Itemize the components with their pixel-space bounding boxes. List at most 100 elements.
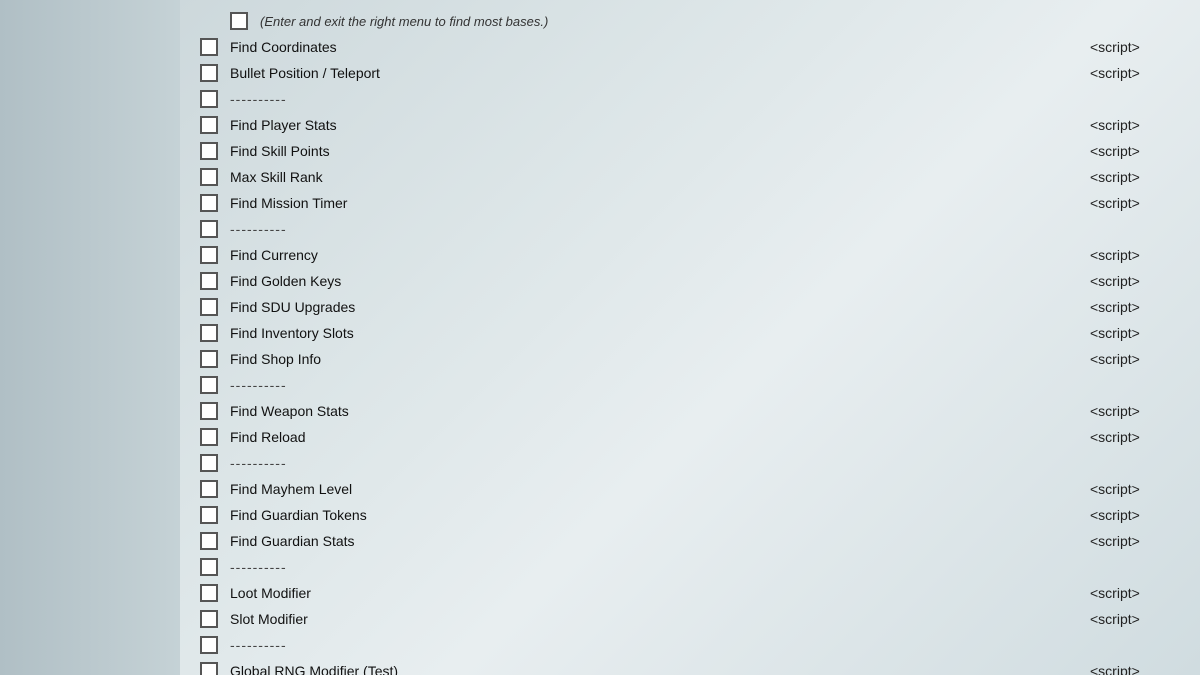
note-checkbox[interactable] xyxy=(230,12,248,30)
script-find-guardian-tokens[interactable]: <script> xyxy=(1090,507,1180,523)
list-item-bullet-position: Bullet Position / Teleport<script> xyxy=(200,60,1180,86)
label-find-mission-timer: Find Mission Timer xyxy=(230,195,1090,211)
checkbox-find-weapon-stats[interactable] xyxy=(200,402,218,420)
label-find-guardian-tokens: Find Guardian Tokens xyxy=(230,507,1090,523)
list-item-sep4: ---------- xyxy=(200,450,1180,476)
label-find-reload: Find Reload xyxy=(230,429,1090,445)
script-find-sdu-upgrades[interactable]: <script> xyxy=(1090,299,1180,315)
list-item-sep5: ---------- xyxy=(200,554,1180,580)
script-max-skill-rank[interactable]: <script> xyxy=(1090,169,1180,185)
label-find-inventory-slots: Find Inventory Slots xyxy=(230,325,1090,341)
items-container: Find Coordinates<script>Bullet Position … xyxy=(200,34,1180,675)
list-item-sep6: ---------- xyxy=(200,632,1180,658)
checkbox-find-mayhem-level[interactable] xyxy=(200,480,218,498)
checkbox-sep4[interactable] xyxy=(200,454,218,472)
script-find-inventory-slots[interactable]: <script> xyxy=(1090,325,1180,341)
label-max-skill-rank: Max Skill Rank xyxy=(230,169,1090,185)
label-bullet-position: Bullet Position / Teleport xyxy=(230,65,1090,81)
script-find-weapon-stats[interactable]: <script> xyxy=(1090,403,1180,419)
label-slot-modifier: Slot Modifier xyxy=(230,611,1090,627)
checkbox-find-player-stats[interactable] xyxy=(200,116,218,134)
list-item-max-skill-rank: Max Skill Rank<script> xyxy=(200,164,1180,190)
checkbox-find-mission-timer[interactable] xyxy=(200,194,218,212)
list-item-find-sdu-upgrades: Find SDU Upgrades<script> xyxy=(200,294,1180,320)
list-item-find-player-stats: Find Player Stats<script> xyxy=(200,112,1180,138)
list-item-find-golden-keys: Find Golden Keys<script> xyxy=(200,268,1180,294)
list-item-find-mayhem-level: Find Mayhem Level<script> xyxy=(200,476,1180,502)
list-item-sep3: ---------- xyxy=(200,372,1180,398)
note-text: (Enter and exit the right menu to find m… xyxy=(260,14,548,29)
checkbox-find-coordinates[interactable] xyxy=(200,38,218,56)
label-find-guardian-stats: Find Guardian Stats xyxy=(230,533,1090,549)
list-item-find-reload: Find Reload<script> xyxy=(200,424,1180,450)
checkbox-sep5[interactable] xyxy=(200,558,218,576)
label-find-coordinates: Find Coordinates xyxy=(230,39,1090,55)
script-find-reload[interactable]: <script> xyxy=(1090,429,1180,445)
label-sep3: ---------- xyxy=(230,377,1180,393)
checkbox-max-skill-rank[interactable] xyxy=(200,168,218,186)
label-sep2: ---------- xyxy=(230,221,1180,237)
label-find-skill-points: Find Skill Points xyxy=(230,143,1090,159)
checkbox-find-skill-points[interactable] xyxy=(200,142,218,160)
checkbox-sep6[interactable] xyxy=(200,636,218,654)
list-item-loot-modifier: Loot Modifier<script> xyxy=(200,580,1180,606)
label-sep6: ---------- xyxy=(230,637,1180,653)
list-item-find-shop-info: Find Shop Info<script> xyxy=(200,346,1180,372)
checkbox-find-reload[interactable] xyxy=(200,428,218,446)
checkbox-sep2[interactable] xyxy=(200,220,218,238)
label-find-sdu-upgrades: Find SDU Upgrades xyxy=(230,299,1090,315)
script-global-rng-modifier[interactable]: <script> xyxy=(1090,663,1180,675)
script-find-coordinates[interactable]: <script> xyxy=(1090,39,1180,55)
label-global-rng-modifier: Global RNG Modifier (Test) xyxy=(230,663,1090,675)
label-loot-modifier: Loot Modifier xyxy=(230,585,1090,601)
checkbox-find-shop-info[interactable] xyxy=(200,350,218,368)
list-item-find-guardian-tokens: Find Guardian Tokens<script> xyxy=(200,502,1180,528)
list-item-sep1: ---------- xyxy=(200,86,1180,112)
list-item-find-weapon-stats: Find Weapon Stats<script> xyxy=(200,398,1180,424)
script-slot-modifier[interactable]: <script> xyxy=(1090,611,1180,627)
list-item-find-guardian-stats: Find Guardian Stats<script> xyxy=(200,528,1180,554)
checkbox-slot-modifier[interactable] xyxy=(200,610,218,628)
label-find-player-stats: Find Player Stats xyxy=(230,117,1090,133)
list-item-find-inventory-slots: Find Inventory Slots<script> xyxy=(200,320,1180,346)
label-sep5: ---------- xyxy=(230,559,1180,575)
list-item-find-skill-points: Find Skill Points<script> xyxy=(200,138,1180,164)
checkbox-sep1[interactable] xyxy=(200,90,218,108)
checkbox-loot-modifier[interactable] xyxy=(200,584,218,602)
label-find-currency: Find Currency xyxy=(230,247,1090,263)
list-item-sep2: ---------- xyxy=(200,216,1180,242)
script-loot-modifier[interactable]: <script> xyxy=(1090,585,1180,601)
label-sep1: ---------- xyxy=(230,91,1180,107)
label-find-weapon-stats: Find Weapon Stats xyxy=(230,403,1090,419)
list-item-find-mission-timer: Find Mission Timer<script> xyxy=(200,190,1180,216)
label-find-mayhem-level: Find Mayhem Level xyxy=(230,481,1090,497)
script-bullet-position[interactable]: <script> xyxy=(1090,65,1180,81)
left-panel xyxy=(0,0,180,675)
script-find-guardian-stats[interactable]: <script> xyxy=(1090,533,1180,549)
checkbox-sep3[interactable] xyxy=(200,376,218,394)
script-find-currency[interactable]: <script> xyxy=(1090,247,1180,263)
checkbox-find-guardian-stats[interactable] xyxy=(200,532,218,550)
label-sep4: ---------- xyxy=(230,455,1180,471)
script-find-mayhem-level[interactable]: <script> xyxy=(1090,481,1180,497)
list-item-slot-modifier: Slot Modifier<script> xyxy=(200,606,1180,632)
script-find-mission-timer[interactable]: <script> xyxy=(1090,195,1180,211)
script-find-shop-info[interactable]: <script> xyxy=(1090,351,1180,367)
list-item-global-rng-modifier: Global RNG Modifier (Test)<script> xyxy=(200,658,1180,675)
note-row: (Enter and exit the right menu to find m… xyxy=(200,8,1180,34)
script-find-skill-points[interactable]: <script> xyxy=(1090,143,1180,159)
checkbox-find-guardian-tokens[interactable] xyxy=(200,506,218,524)
checkbox-global-rng-modifier[interactable] xyxy=(200,662,218,675)
list-item-find-coordinates: Find Coordinates<script> xyxy=(200,34,1180,60)
checkbox-find-inventory-slots[interactable] xyxy=(200,324,218,342)
checkbox-bullet-position[interactable] xyxy=(200,64,218,82)
checkbox-find-currency[interactable] xyxy=(200,246,218,264)
checkbox-find-golden-keys[interactable] xyxy=(200,272,218,290)
content-area: (Enter and exit the right menu to find m… xyxy=(180,0,1200,675)
label-find-shop-info: Find Shop Info xyxy=(230,351,1090,367)
list-item-find-currency: Find Currency<script> xyxy=(200,242,1180,268)
script-find-golden-keys[interactable]: <script> xyxy=(1090,273,1180,289)
label-find-golden-keys: Find Golden Keys xyxy=(230,273,1090,289)
checkbox-find-sdu-upgrades[interactable] xyxy=(200,298,218,316)
script-find-player-stats[interactable]: <script> xyxy=(1090,117,1180,133)
